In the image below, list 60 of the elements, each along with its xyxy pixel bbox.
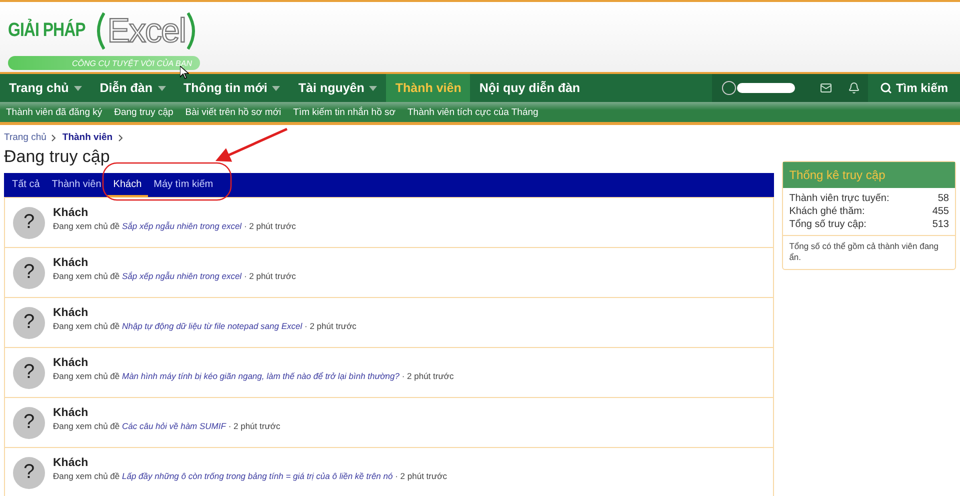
mouse-cursor-icon (180, 66, 189, 79)
filter-tab[interactable]: Máy tìm kiếm (148, 173, 220, 197)
chevron-icon (51, 134, 58, 142)
guest-avatar: ? (13, 356, 45, 388)
stats-note: Tổng số có thể gồm cả thành viên đang ẩn. (788, 240, 940, 264)
guest-name[interactable]: Khách (53, 456, 448, 468)
topic-link[interactable]: Các câu hỏi về hàm SUMIF (122, 420, 226, 430)
user-avatar[interactable] (722, 81, 736, 95)
stat-label: Tổng số truy cập: (789, 219, 866, 230)
subnav-link[interactable]: Tìm kiếm tin nhắn hồ sơ (293, 106, 396, 118)
subnav-link[interactable]: Đang truy cập (114, 106, 174, 118)
nav-tab[interactable]: Thông tin mới (174, 74, 290, 102)
stat-value: 58 (938, 193, 949, 204)
topic-link[interactable]: Lấp đầy những ô còn trống trong bảng tính = giá trị của ô liền kề trên nó (122, 470, 393, 480)
panel-title: Thống kê truy cập (783, 162, 955, 188)
subnav-link[interactable]: Thành viên tích cực của Tháng (408, 106, 538, 118)
activity-text: Đang xem chủ đề Các câu hỏi về hàm SUMIF · 2 phút trước (53, 420, 280, 430)
nav-tab[interactable]: Diễn đàn (90, 74, 175, 102)
filter-tab[interactable]: Khách (107, 173, 148, 197)
nav-tab[interactable]: Tài nguyên (289, 74, 386, 102)
logo-wordmark: Excel (107, 12, 186, 50)
subnav-link[interactable]: Bài viết trên hồ sơ mới (185, 106, 282, 118)
nav-tab[interactable]: Trang chủ (0, 74, 91, 102)
page-title: Đang truy cập (4, 147, 111, 167)
subnav-link[interactable]: Thành viên đã đăng ký (6, 106, 102, 118)
chevron-icon (118, 134, 124, 142)
guest-avatar: ? (13, 256, 45, 288)
activity-text: Đang xem chủ đề Lấp đầy những ô còn trống trong bảng tính = giá trị của ô liền kề trên nó · 2 phút trước (53, 470, 448, 480)
guest-avatar: ? (13, 406, 45, 438)
activity-text: Đang xem chủ đề Nhập tự động dữ liệu từ file notepad sang Excel · 2 phút trước (53, 320, 356, 330)
guest-name[interactable]: Khách (53, 306, 356, 318)
bell-icon[interactable] (840, 74, 868, 102)
activity-text: Đang xem chủ đề Sắp xếp ngẫu nhiên trong excel · 2 phút trước (53, 220, 296, 230)
activity-text: Đang xem chủ đề Màn hình máy tính bị kéo giãn ngang, làm thế nào để trở lại bình thường? · 2 phút trước (53, 370, 454, 380)
search-button[interactable]: Tìm kiếm (868, 74, 960, 102)
logo-brand: GIẢI PHÁP (8, 20, 86, 42)
filter-tab[interactable]: Tất cả (6, 173, 46, 197)
guest-name[interactable]: Khách (53, 406, 280, 418)
guest-name[interactable]: Khách (53, 206, 296, 218)
breadcrumb-link[interactable]: Trang chủ (4, 132, 46, 143)
logo-tagline: CÔNG CỤ TUYỆT VỜI CỦA BẠN (8, 56, 200, 70)
stat-value: 513 (932, 219, 949, 230)
stat-label: Thành viên trực tuyến: (789, 193, 890, 204)
guest-avatar: ? (13, 306, 45, 338)
topic-link[interactable]: Màn hình máy tính bị kéo giãn ngang, làm thế nào để trở lại bình thường? (122, 370, 400, 380)
redaction-mark (736, 83, 795, 93)
guest-avatar: ? (13, 456, 45, 488)
topic-link[interactable]: Sắp xếp ngẫu nhiên trong excel (122, 270, 242, 280)
topic-link[interactable]: Nhập tự động dữ liệu từ file notepad sang Excel (122, 320, 302, 330)
guest-avatar: ? (13, 206, 45, 238)
nav-tab[interactable]: Nội quy diễn đàn (470, 74, 590, 102)
filter-tab[interactable]: Thành viên (46, 173, 108, 197)
activity-text: Đang xem chủ đề Sắp xếp ngẫu nhiên trong excel · 2 phút trước (53, 270, 296, 280)
topic-link[interactable]: Sắp xếp ngẫu nhiên trong excel (122, 220, 242, 230)
guest-name[interactable]: Khách (53, 356, 454, 368)
stat-label: Khách ghé thăm: (789, 206, 865, 217)
stat-value: 455 (932, 206, 949, 217)
guest-name[interactable]: Khách (53, 256, 296, 268)
breadcrumb-link[interactable]: Thành viên (62, 132, 113, 143)
search-icon (880, 82, 892, 94)
